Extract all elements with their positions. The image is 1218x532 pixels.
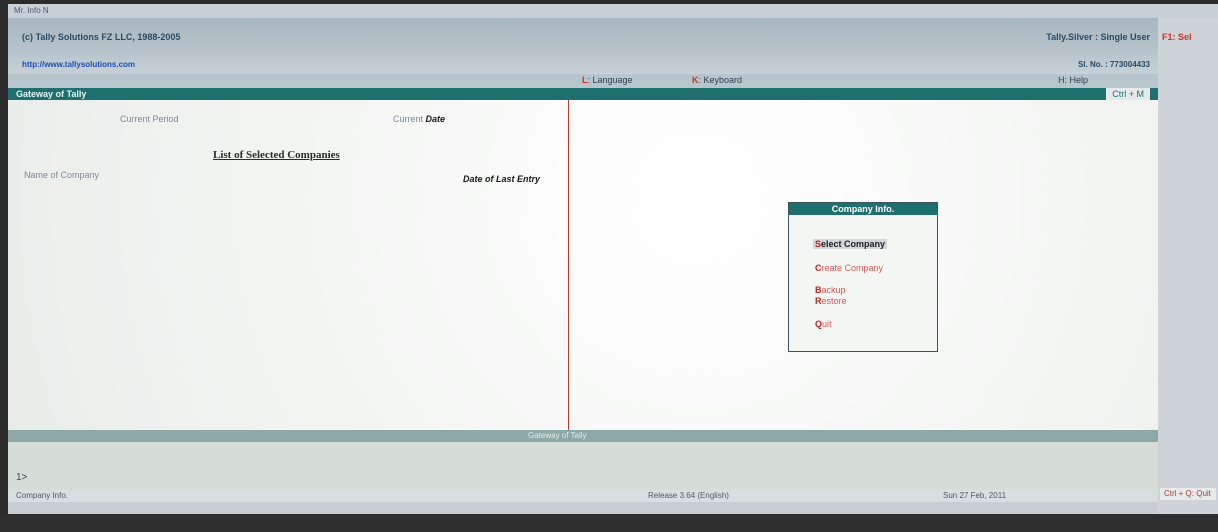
quit-option[interactable]: Quit xyxy=(815,319,832,329)
create-company-label: reate Company xyxy=(821,263,884,273)
current-date-bold: Date xyxy=(425,114,446,124)
list-of-selected-companies-heading: List of Selected Companies xyxy=(213,149,340,161)
main-body: Current Period Current Date List of Sele… xyxy=(8,100,1158,430)
bottom-gateway-text: Gateway of Tally xyxy=(528,431,587,440)
select-company-option[interactable]: Select Company xyxy=(813,239,888,249)
restore-option[interactable]: Restore xyxy=(815,296,847,306)
current-date-prefix: Current xyxy=(393,114,424,124)
panel-title: Gateway of Tally xyxy=(16,89,87,99)
language-menu[interactable]: L: Language xyxy=(582,75,633,85)
name-of-company-label: Name of Company xyxy=(24,170,100,180)
website-link[interactable]: http://www.tallysolutions.com xyxy=(22,60,135,69)
panel-divider xyxy=(568,100,569,430)
keyboard-menu[interactable]: K: Keyboard xyxy=(692,75,742,85)
backup-option[interactable]: Backup xyxy=(815,285,846,295)
app-header: (c) Tally Solutions FZ LLC, 1988-2005 ht… xyxy=(8,18,1158,74)
company-info-menu-title: Company Info. xyxy=(789,203,937,215)
calculator-prompt: 1> xyxy=(16,472,28,483)
window-title: Mr. Info N xyxy=(14,6,49,15)
status-bar: Company Info. Release 3.64 (English) Sun… xyxy=(8,490,1158,502)
right-button-panel: F1: Sel Ctrl + Q: Quit xyxy=(1158,18,1218,514)
tally-screen: Mr. Info N (c) Tally Solutions FZ LLC, 1… xyxy=(8,4,1218,514)
calculator-area[interactable]: 1> xyxy=(8,442,1158,490)
help-menu[interactable]: H: Help xyxy=(1058,75,1088,85)
quit-hotkey: Q xyxy=(815,319,823,329)
select-company-label: elect Company xyxy=(821,239,886,249)
restore-label: estore xyxy=(821,296,847,306)
date-of-last-entry-label: Date of Last Entry xyxy=(463,174,541,184)
window-title-bar: Mr. Info N xyxy=(8,4,1218,18)
copyright-text: (c) Tally Solutions FZ LLC, 1988-2005 xyxy=(22,32,181,42)
edition-text: Tally.Silver : Single User xyxy=(1046,32,1150,42)
backup-label: ackup xyxy=(821,285,846,295)
keyboard-label: : Keyboard xyxy=(698,75,743,85)
bottom-taskbar xyxy=(8,502,1218,514)
serial-number: Sl. No. : 773004433 xyxy=(1077,60,1150,69)
gateway-title-bar: Gateway of Tally Ctrl + M xyxy=(8,88,1158,100)
current-date-label: Current Date xyxy=(393,114,445,124)
release-text: Release 3.64 (English) xyxy=(648,491,729,500)
panel-shortcut-button[interactable]: Ctrl + M xyxy=(1106,88,1150,100)
bottom-gateway-bar: Gateway of Tally xyxy=(8,430,1158,442)
quit-label: uit xyxy=(822,319,832,329)
current-period-label: Current Period xyxy=(120,114,179,124)
company-info-menu: Company Info. Select Company Create Comp… xyxy=(788,202,938,352)
top-menu-bar: L: Language K: Keyboard H: Help xyxy=(8,74,1158,88)
status-left-text: Company Info. xyxy=(16,491,69,500)
language-label: : Language xyxy=(587,75,633,85)
select-f1-button[interactable]: F1: Sel xyxy=(1162,32,1192,42)
status-date: Sun 27 Feb, 2011 xyxy=(943,491,1007,500)
monitor-bezel xyxy=(0,514,1218,532)
create-company-option[interactable]: Create Company xyxy=(815,263,883,273)
quit-shortcut-button[interactable]: Ctrl + Q: Quit xyxy=(1160,488,1216,500)
